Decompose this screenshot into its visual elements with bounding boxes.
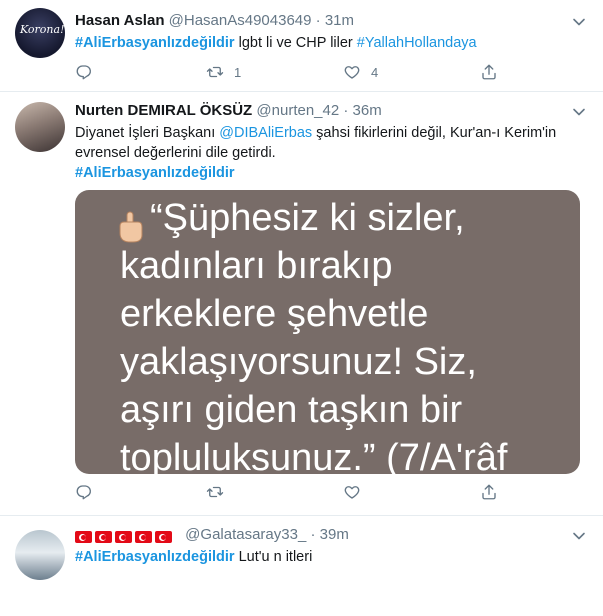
retweet-button[interactable] — [206, 482, 224, 502]
tweet[interactable]: @Galatasaray33_ · 39m #AliErbasyanlızdeğ… — [0, 516, 603, 616]
chevron-down-icon[interactable] — [571, 104, 587, 120]
like-icon — [344, 486, 360, 499]
hashtag-link[interactable]: #YallahHollandaya — [357, 35, 477, 51]
avatar[interactable]: Korona! — [15, 8, 65, 58]
tweet-header: Hasan Aslan @HasanAs49043649 · 31m — [75, 12, 591, 32]
quote-line: erkeklere şehvetle — [120, 293, 429, 335]
tweet-body-text: Lut'u n itleri — [234, 549, 313, 565]
tweet-actions: 1 4 — [75, 62, 591, 82]
avatar[interactable] — [15, 530, 65, 580]
separator-dot: · — [310, 526, 316, 543]
display-name-flags[interactable] — [75, 528, 175, 545]
chevron-down-icon[interactable] — [571, 14, 587, 30]
reply-button[interactable] — [75, 62, 93, 82]
chevron-down-icon[interactable] — [571, 528, 587, 544]
like-button[interactable] — [343, 482, 361, 502]
retweet-count: 1 — [234, 64, 242, 80]
display-name[interactable]: Hasan Aslan — [75, 12, 164, 29]
tweet-body-text: şahsi fikirlerini değil, Kur'an-ı Kerim'… — [312, 125, 557, 141]
reply-icon — [76, 485, 91, 500]
tweet-text: #AliErbasyanlızdeğildir lgbt li ve CHP l… — [75, 33, 591, 53]
tweet-body-text: lgbt li ve CHP liler — [234, 35, 357, 51]
tweet-header: @Galatasaray33_ · 39m — [75, 526, 591, 546]
tweet-text-line: Diyanet İşleri Başkanı @DIBAliErbas şahs… — [75, 123, 591, 143]
avatar-text: Korona! — [20, 23, 65, 36]
share-icon — [482, 484, 496, 500]
reply-button[interactable] — [75, 482, 93, 502]
retweet-icon — [206, 66, 224, 78]
quote-text: “Şüphesiz ki sizler, kadınları bırakıp e… — [120, 194, 507, 474]
share-icon — [482, 64, 496, 80]
user-handle[interactable]: @Galatasaray33_ — [185, 526, 306, 543]
like-button[interactable]: 4 — [343, 62, 378, 82]
hashtag-link[interactable]: #AliErbasyanlızdeğildir — [75, 549, 235, 565]
quote-line: “Şüphesiz ki sizler, — [150, 197, 465, 239]
timestamp[interactable]: 31m — [325, 12, 354, 29]
turkey-flag-icon — [75, 531, 92, 544]
tweet-text: Diyanet İşleri Başkanı @DIBAliErbas şahs… — [75, 123, 591, 183]
turkey-flag-icon — [95, 531, 112, 544]
quote-line: aşırı giden taşkın bir — [120, 389, 463, 431]
turkey-flag-icon — [115, 531, 132, 544]
share-button[interactable] — [480, 62, 498, 82]
user-handle[interactable]: @nurten_42 — [256, 102, 339, 119]
turkey-flag-icon — [155, 531, 172, 544]
turkey-flag-icon — [135, 531, 152, 544]
quote-line: yaklaşıyorsunuz! Siz, — [120, 341, 477, 383]
separator-dot: · — [343, 102, 349, 119]
tweet-text: #AliErbasyanlızdeğildir Lut'u n itleri — [75, 547, 591, 567]
hashtag-link[interactable]: #AliErbasyanlızdeğildir — [75, 163, 591, 183]
avatar[interactable] — [15, 102, 65, 152]
tweet-actions — [75, 482, 591, 502]
tweet-text-line: evrensel değerlerini dile getirdi. — [75, 145, 276, 161]
separator-dot: · — [315, 12, 321, 29]
tweet-body-text: Diyanet İşleri Başkanı — [75, 125, 220, 141]
retweet-button[interactable]: 1 — [206, 62, 241, 82]
tweet[interactable]: Korona! Hasan Aslan @HasanAs49043649 · 3… — [0, 0, 603, 92]
hashtag-link[interactable]: #AliErbasyanlızdeğildir — [75, 35, 235, 51]
like-count: 4 — [371, 64, 379, 80]
share-button[interactable] — [480, 482, 498, 502]
retweet-icon — [206, 486, 224, 498]
timestamp[interactable]: 39m — [320, 526, 349, 543]
user-handle[interactable]: @HasanAs49043649 — [169, 12, 312, 29]
reply-icon — [76, 65, 91, 80]
like-icon — [344, 66, 360, 79]
display-name[interactable]: Nurten DEMIRAL ÖKSÜZ — [75, 102, 252, 119]
tweet-header: Nurten DEMIRAL ÖKSÜZ @nurten_42 · 36m — [75, 102, 591, 122]
quote-line: topluluksunuz.” (7/A'râf — [120, 437, 508, 474]
quote-image-card[interactable]: “Şüphesiz ki sizler, kadınları bırakıp e… — [75, 190, 580, 474]
timestamp[interactable]: 36m — [353, 102, 382, 119]
quote-line: kadınları bırakıp — [120, 245, 393, 287]
mention-link[interactable]: @DIBAliErbas — [219, 125, 312, 141]
tweet[interactable]: Nurten DEMIRAL ÖKSÜZ @nurten_42 · 36m Di… — [0, 92, 603, 516]
